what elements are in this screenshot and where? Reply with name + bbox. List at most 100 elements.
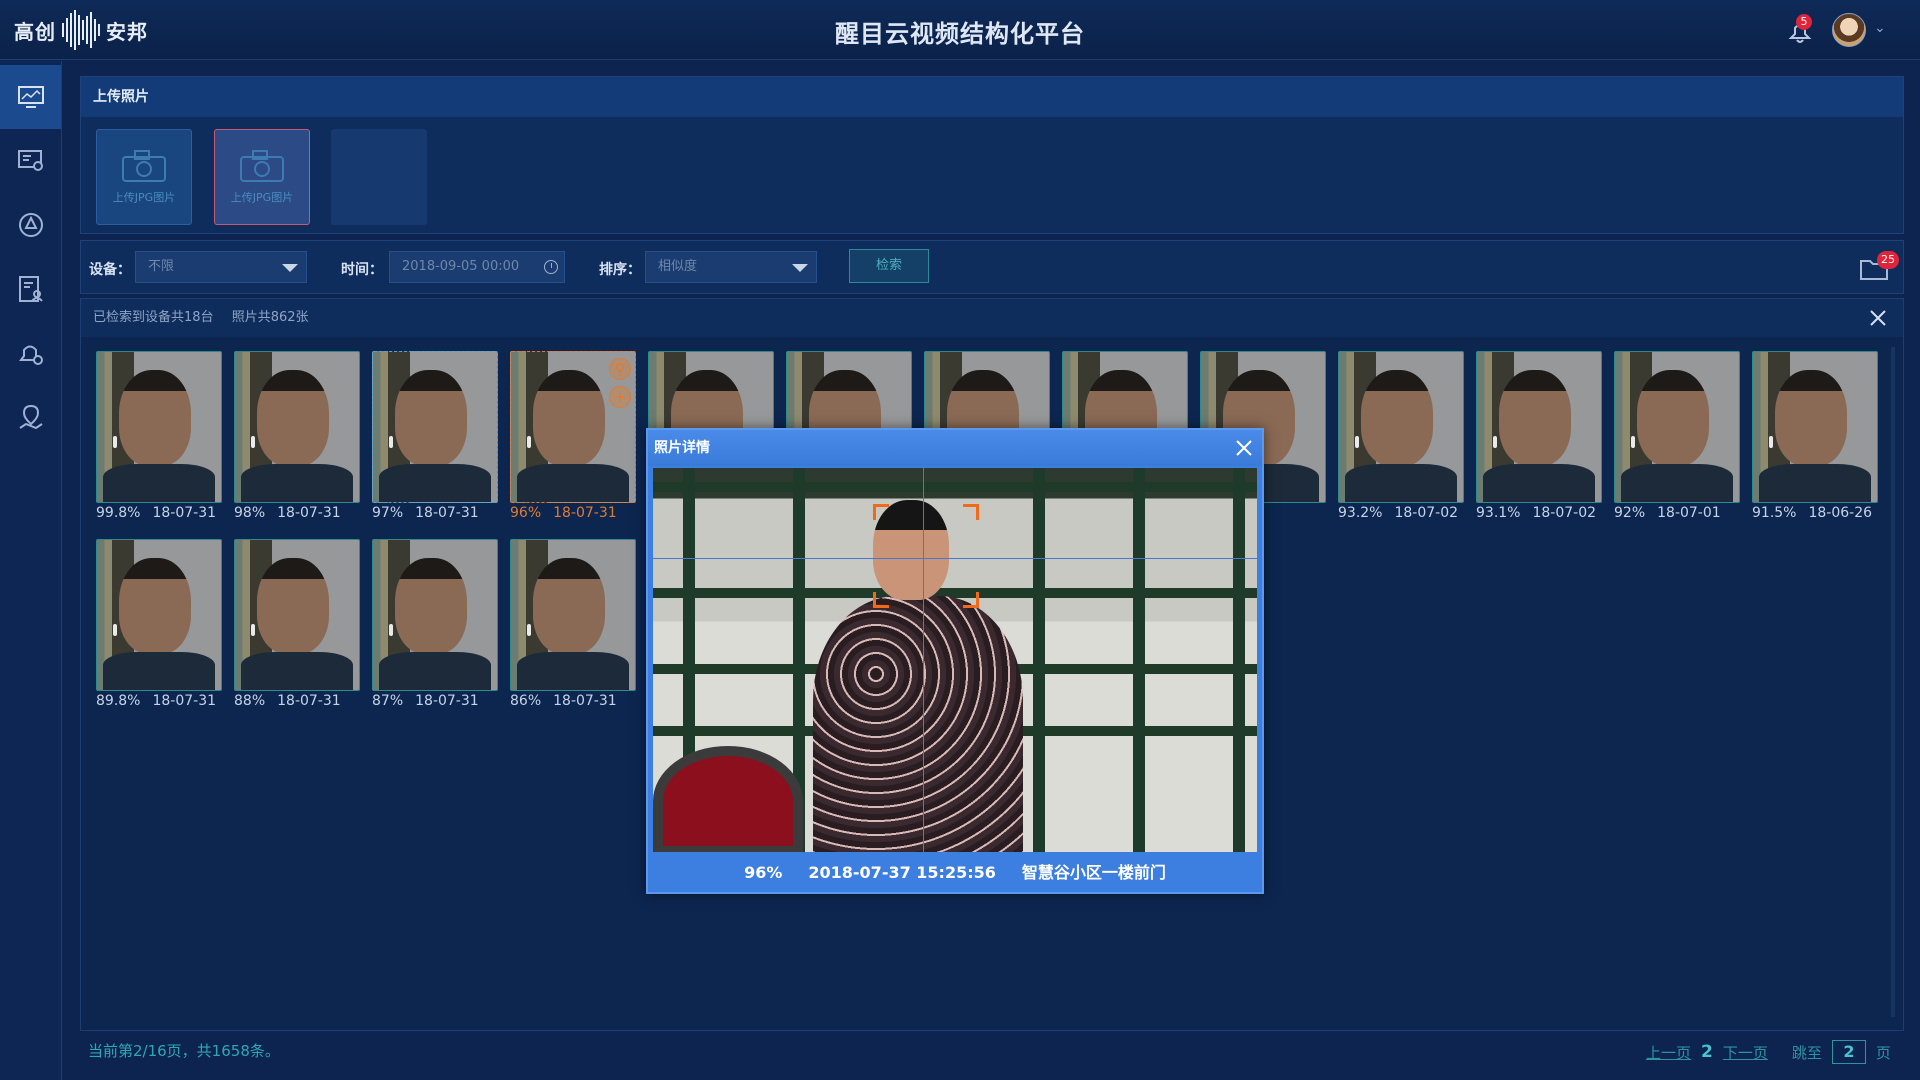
jump-page-input[interactable]: 2 bbox=[1831, 1040, 1866, 1064]
next-page-link[interactable]: 下一页 bbox=[1723, 1042, 1768, 1063]
face-photo bbox=[1752, 351, 1878, 503]
card-caption: 93.2% 18-07-02 bbox=[1338, 505, 1464, 521]
result-card[interactable]: 86% 18-07-31 bbox=[510, 539, 636, 709]
results-summary: 已检索到设备共18台 照片共862张 bbox=[81, 299, 1903, 337]
page-unit: 页 bbox=[1875, 1043, 1891, 1062]
top-bar: 高创 安邦 醒目云视频结构化平台 5 ⌄ bbox=[0, 0, 1920, 60]
result-card[interactable]: 89.8% 18-07-31 bbox=[96, 539, 222, 709]
scrollbar[interactable] bbox=[1891, 347, 1895, 1017]
result-card[interactable]: 93.2% 18-07-02 bbox=[1338, 351, 1464, 521]
face-photo bbox=[1614, 351, 1740, 503]
sort-label: 排序： bbox=[599, 262, 641, 278]
similarity-score: 93.2% bbox=[1338, 505, 1383, 521]
capture-date: 18-06-26 bbox=[1808, 505, 1873, 521]
camera-icon bbox=[122, 150, 166, 182]
chevron-down-icon[interactable]: ⌄ bbox=[1874, 20, 1886, 36]
result-card[interactable]: 93.1% 18-07-02 bbox=[1476, 351, 1602, 521]
upload-panel: 上传照片 上传JPG图片 上传JPG图片 bbox=[80, 76, 1904, 234]
similarity-score: 92% bbox=[1614, 505, 1646, 521]
page-status: 当前第2/16页，共1658条。 bbox=[88, 1042, 280, 1060]
device-count: 已检索到设备共18台 bbox=[93, 310, 214, 325]
card-caption: 97% 18-07-31 bbox=[372, 505, 498, 521]
card-caption: 88% 18-07-31 bbox=[234, 693, 360, 709]
monitor-icon bbox=[17, 86, 44, 108]
sort-select[interactable]: 相似度 bbox=[645, 251, 817, 283]
close-icon[interactable] bbox=[1234, 438, 1254, 458]
result-card-selected[interactable]: ⚲ + 96% 18-07-31 bbox=[510, 351, 636, 521]
device-select-value: 不限 bbox=[148, 259, 175, 274]
result-card[interactable]: 97% 18-07-31 bbox=[372, 351, 498, 521]
capture-date: 18-07-31 bbox=[152, 693, 217, 709]
card-caption: 89.8% 18-07-31 bbox=[96, 693, 222, 709]
detail-photo bbox=[653, 468, 1257, 852]
current-page: 2 bbox=[1701, 1042, 1713, 1062]
chevron-down-icon bbox=[792, 264, 808, 272]
face-photo bbox=[372, 539, 498, 691]
modal-info: 96% 2018-07-37 15:25:56 智慧谷小区一楼前门 bbox=[648, 854, 1262, 892]
target-icon bbox=[18, 213, 43, 237]
similarity-score: 87% bbox=[372, 693, 404, 709]
sidebar-item-target[interactable] bbox=[0, 193, 61, 257]
add-icon[interactable]: + bbox=[609, 386, 631, 408]
detail-score: 96% bbox=[744, 863, 783, 882]
close-icon[interactable] bbox=[1869, 309, 1887, 327]
person-report-icon bbox=[18, 276, 43, 302]
sidebar-item-devices[interactable] bbox=[0, 129, 61, 193]
alarm-icon bbox=[18, 345, 43, 365]
upload-slot-label: 上传JPG图片 bbox=[112, 191, 176, 204]
face-photo bbox=[234, 539, 360, 691]
upload-slot-2[interactable]: 上传JPG图片 bbox=[214, 129, 310, 225]
sidebar-item-location[interactable] bbox=[0, 385, 61, 449]
card-actions: ⚲ + bbox=[609, 358, 631, 408]
upload-slot-1[interactable]: 上传JPG图片 bbox=[96, 129, 192, 225]
upload-panel-title: 上传照片 bbox=[81, 77, 1903, 117]
similarity-score: 89.8% bbox=[96, 693, 141, 709]
card-caption: 99.8% 18-07-31 bbox=[96, 505, 222, 521]
detail-datetime: 2018-07-37 15:25:56 bbox=[808, 863, 996, 882]
photo-count: 照片共862张 bbox=[231, 310, 309, 325]
filter-bar: 设备： 不限 时间： 2018-09-05 00:00 排序： 相似度 检索 2… bbox=[80, 240, 1904, 294]
folder-badge: 25 bbox=[1877, 251, 1899, 269]
chevron-down-icon bbox=[282, 264, 298, 272]
capture-date: 18-07-31 bbox=[553, 505, 617, 521]
face-photo bbox=[372, 351, 498, 503]
sidebar-item-monitor[interactable] bbox=[0, 65, 61, 129]
result-card[interactable]: 91.5% 18-06-26 bbox=[1752, 351, 1878, 521]
card-caption: 86% 18-07-31 bbox=[510, 693, 636, 709]
modal-title: 照片详情 bbox=[648, 430, 1262, 466]
photo-detail-modal: 照片详情 96% 2018-07-37 15:25:56 智慧谷小区一楼前门 bbox=[646, 428, 1264, 894]
result-card[interactable]: 98% 18-07-31 bbox=[234, 351, 360, 521]
similarity-score: 97% bbox=[372, 505, 404, 521]
result-card[interactable]: 92% 18-07-01 bbox=[1614, 351, 1740, 521]
user-avatar[interactable] bbox=[1832, 13, 1866, 47]
prev-page-link[interactable]: 上一页 bbox=[1646, 1042, 1691, 1063]
upload-slot-label: 上传JPG图片 bbox=[230, 191, 294, 204]
face-photo bbox=[510, 539, 636, 691]
capture-date: 18-07-31 bbox=[277, 693, 341, 709]
capture-date: 18-07-31 bbox=[415, 505, 479, 521]
zoom-in-icon[interactable]: ⚲ bbox=[609, 358, 631, 380]
upload-slot-empty[interactable] bbox=[331, 129, 427, 225]
similarity-score: 98% bbox=[234, 505, 266, 521]
face-photo bbox=[96, 539, 222, 691]
sidebar-item-reports[interactable] bbox=[0, 257, 61, 321]
card-caption: 96% 18-07-31 bbox=[510, 505, 636, 521]
notification-badge: 5 bbox=[1796, 14, 1812, 30]
capture-date: 18-07-01 bbox=[1657, 505, 1721, 521]
capture-date: 18-07-31 bbox=[277, 505, 341, 521]
device-select[interactable]: 不限 bbox=[135, 251, 307, 283]
sidebar-item-alarm[interactable] bbox=[0, 321, 61, 385]
search-button[interactable]: 检索 bbox=[849, 249, 929, 283]
result-card[interactable]: 99.8% 18-07-31 bbox=[96, 351, 222, 521]
pagination: 上一页 2 下一页 跳至 2 页 bbox=[1646, 1040, 1891, 1064]
time-label: 时间： bbox=[341, 262, 383, 278]
clock-icon bbox=[544, 260, 558, 274]
face-photo bbox=[96, 351, 222, 503]
card-caption: 92% 18-07-01 bbox=[1614, 505, 1740, 521]
result-card[interactable]: 87% 18-07-31 bbox=[372, 539, 498, 709]
result-card[interactable]: 88% 18-07-31 bbox=[234, 539, 360, 709]
similarity-score: 96% bbox=[510, 505, 542, 521]
detail-location: 智慧谷小区一楼前门 bbox=[1021, 863, 1166, 882]
similarity-score: 99.8% bbox=[96, 505, 141, 521]
time-input[interactable]: 2018-09-05 00:00 bbox=[389, 251, 565, 283]
